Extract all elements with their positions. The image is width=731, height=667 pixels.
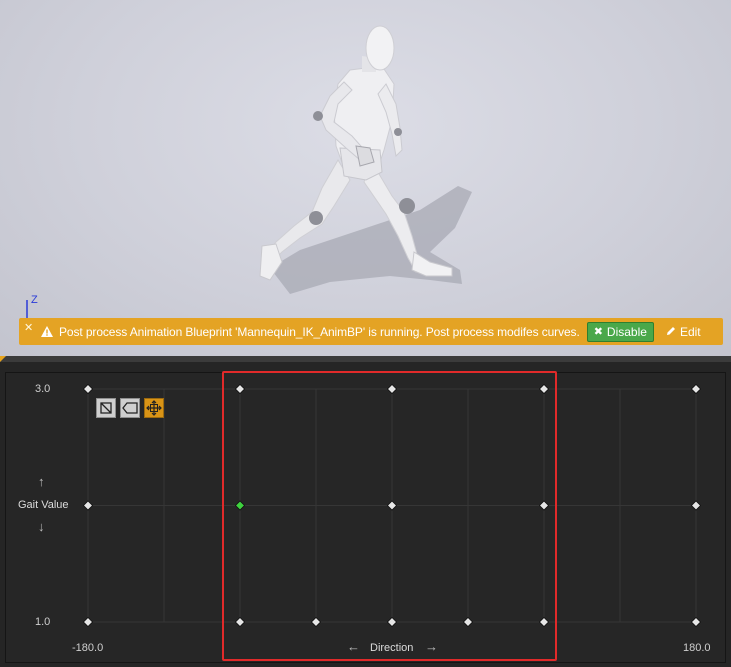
sample-point[interactable] (234, 383, 246, 395)
x-max-label: 180.0 (683, 642, 711, 654)
fit-axes-icon (146, 400, 162, 416)
sample-point[interactable] (82, 500, 94, 511)
sample-point[interactable] (310, 616, 322, 628)
sample-point[interactable] (234, 616, 246, 628)
y-axis-title: Gait Value (18, 499, 69, 511)
label-toggle-button[interactable] (120, 398, 140, 418)
sample-point[interactable] (82, 383, 94, 395)
sample-point[interactable] (690, 500, 702, 511)
sample-point-selected[interactable] (234, 500, 246, 511)
label-icon (122, 402, 138, 414)
x-axis-title: Direction (370, 642, 414, 654)
up-arrow-icon: ↑ (38, 474, 45, 489)
sample-point[interactable] (538, 383, 550, 395)
x-min-label: -180.0 (72, 642, 104, 654)
sample-point[interactable] (690, 383, 702, 395)
fit-axes-toggle-button[interactable] (144, 398, 164, 418)
sample-point[interactable] (538, 616, 550, 628)
right-arrow-icon: → (425, 639, 438, 654)
y-min-label: 1.0 (35, 616, 51, 628)
blendspace-graph[interactable] (0, 0, 731, 667)
sample-point[interactable] (690, 616, 702, 628)
sample-point[interactable] (462, 616, 474, 628)
triangulation-icon (100, 402, 112, 414)
triangulation-toggle-button[interactable] (96, 398, 116, 418)
sample-point[interactable] (82, 616, 94, 628)
sample-point[interactable] (386, 500, 398, 511)
down-arrow-icon: ↓ (38, 519, 45, 534)
y-max-label: 3.0 (35, 383, 51, 395)
sample-point[interactable] (386, 383, 398, 395)
left-arrow-icon: ← (347, 639, 360, 654)
sample-point[interactable] (538, 500, 550, 511)
graph-toolbar (96, 398, 164, 418)
sample-point[interactable] (386, 616, 398, 628)
